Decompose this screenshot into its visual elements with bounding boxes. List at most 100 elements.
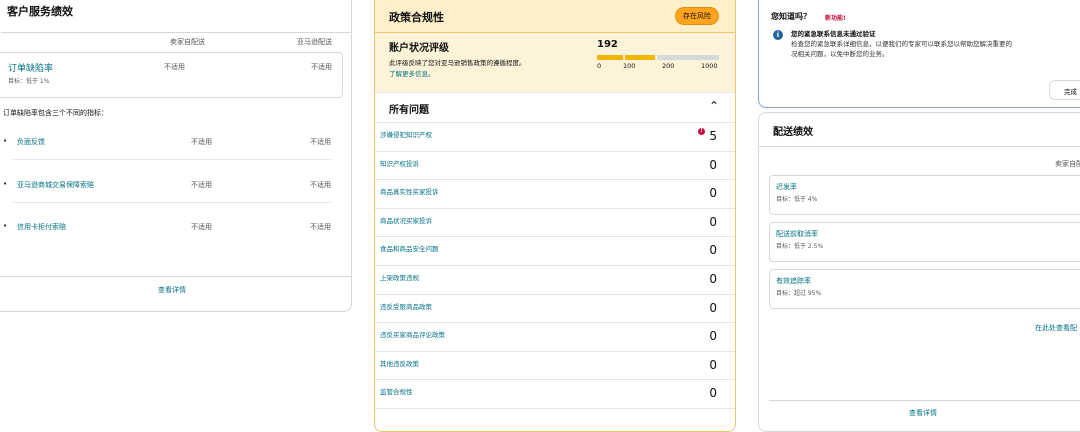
issue-count: 0	[709, 300, 717, 315]
column-header-amazon: 亚马逊配送	[297, 38, 332, 46]
issue-link[interactable]: 监管合规性	[380, 386, 413, 396]
score-bar-amber-segment	[625, 55, 655, 60]
chevron-up-icon[interactable]: ⌃	[709, 99, 719, 113]
metric-amazon-value: 不适用	[310, 223, 331, 231]
issue-link[interactable]: 涉嫌侵犯知识产权	[380, 129, 432, 139]
valid-tracking-link[interactable]: 有效追踪率	[776, 276, 811, 286]
card-header: 客户服务绩效	[1, 1, 351, 33]
issue-count: 0	[709, 243, 717, 258]
policy-compliance-card: 政策合规性 存在风险 账户状况评级 此评级反映了您对亚马逊销售政策的遵循程度。 …	[374, 0, 736, 432]
notice-heading: 您的紧急联系信息未通过验证	[791, 30, 876, 38]
issue-count: 0	[709, 386, 717, 401]
bullet: •	[3, 222, 8, 230]
card-title: 政策合规性	[389, 11, 444, 24]
issues-title: 所有问题	[389, 105, 429, 116]
health-description: 此评级反映了您对亚马逊销售政策的遵循程度。	[389, 59, 526, 67]
column-header-seller: 卖家自配送	[170, 38, 205, 46]
scale-tick: 1000	[701, 62, 718, 70]
learn-more-link[interactable]: 了解更多信息。	[389, 68, 435, 78]
issue-count: 0	[709, 272, 717, 286]
at-risk-badge: 存在风险	[675, 7, 719, 25]
score-bar-green-segment	[657, 55, 719, 60]
metric-target: 目标：超过 95%	[776, 290, 822, 297]
metric-seller-value: 不适用	[191, 181, 212, 189]
issue-link[interactable]: 食品和商品安全问题	[380, 243, 439, 253]
metric-amazon-value: 不适用	[310, 138, 331, 146]
score-bar-red-segment	[597, 55, 623, 60]
late-shipment-link[interactable]: 迟发率	[776, 182, 797, 192]
view-details-link[interactable]: 查看详情	[158, 286, 186, 294]
card-title: 您知道吗？	[771, 12, 811, 21]
health-score: 192	[597, 39, 618, 50]
delivery-metric: 配送前取消率 目标：低于 2.5% 不	[769, 222, 1080, 262]
issue-row: 监管合规性 0	[375, 380, 735, 409]
bullet: •	[3, 180, 8, 188]
issue-link[interactable]: 商品状况买家投诉	[380, 215, 432, 225]
metric-link-a-to-z-claims[interactable]: 亚马逊商城交易保障索赔	[17, 180, 94, 190]
divider	[13, 159, 331, 160]
issue-link[interactable]: 知识产权投诉	[380, 158, 419, 168]
metric-target: 目标：低于 4%	[776, 196, 818, 203]
issue-count: 0	[709, 157, 717, 172]
issue-count: 0	[709, 186, 717, 201]
view-more-link[interactable]: 在此处查看配	[1035, 323, 1077, 333]
issue-row: 商品状况买家投诉 0	[375, 209, 735, 238]
issue-link[interactable]: 商品真实性买家投诉	[380, 186, 439, 196]
customer-service-card: 客户服务绩效 卖家自配送 亚马逊配送 订单缺陷率 目标：低于 1% 不适用 不适…	[0, 0, 352, 312]
card-header: 政策合规性 存在风险	[375, 0, 735, 33]
odr-target: 目标：低于 1%	[8, 78, 50, 85]
info-icon: i	[773, 30, 783, 40]
card-footer: 查看详情	[0, 276, 351, 304]
delivery-metric: 有效追踪率 目标：超过 95% 不	[769, 269, 1080, 309]
delivery-performance-card: 配送绩效 卖家自配 迟发率 目标：低于 4% 不 配送前取消率 目标：低于 2.…	[758, 112, 1080, 432]
card-header: 配送绩效	[759, 113, 1080, 147]
metric-row: • 亚马逊商城交易保障索赔 不适用 不适用	[3, 180, 343, 224]
issue-count: 0	[709, 329, 717, 344]
bullet: •	[3, 137, 8, 145]
column-header-seller: 卖家自配	[1055, 160, 1080, 168]
issues-header[interactable]: 所有问题 ⌃	[375, 93, 735, 123]
odr-seller-value: 不适用	[164, 63, 185, 71]
card-title: 配送绩效	[773, 127, 813, 138]
metric-link-negative-feedback[interactable]: 负面反馈	[17, 137, 45, 147]
delivery-metric: 迟发率 目标：低于 4% 不	[769, 175, 1080, 215]
new-feature-label: 新功能!	[825, 15, 846, 22]
scale-tick: 0	[597, 62, 602, 70]
metric-amazon-value: 不适用	[310, 181, 331, 189]
pre-fulfillment-cancel-link[interactable]: 配送前取消率	[776, 229, 818, 239]
metric-row: • 负面反馈 不适用 不适用	[3, 137, 343, 181]
card-title: 客户服务绩效	[7, 5, 73, 18]
did-you-know-card: 您知道吗？ 新功能! i 您的紧急联系信息未通过验证 检查您的紧急联系详细信息，…	[758, 0, 1080, 108]
metric-seller-value: 不适用	[191, 138, 212, 146]
odr-summary: 订单缺陷率 目标：低于 1% 不适用 不适用	[0, 52, 343, 98]
issue-row: 商品真实性买家投诉 0	[375, 180, 735, 209]
issue-link[interactable]: 其他违反政策	[380, 358, 419, 368]
metric-row: • 信用卡拒付索赔 不适用 不适用	[3, 222, 343, 266]
metric-link-chargeback-claims[interactable]: 信用卡拒付索赔	[17, 222, 66, 232]
scale-tick: 200	[662, 62, 675, 70]
odr-amazon-value: 不适用	[311, 63, 332, 71]
done-button[interactable]: 完成	[1049, 80, 1080, 100]
issue-row: 食品和商品安全问题 0	[375, 237, 735, 266]
issue-count: 0	[709, 357, 717, 372]
issue-row: 涉嫌侵犯知识产权 ! 5	[375, 123, 735, 152]
issue-row: 上架政策违规 0	[375, 266, 735, 295]
issue-link[interactable]: 违反买家商品评论政策	[380, 329, 445, 339]
issue-row: 违反受限商品政策 0	[375, 295, 735, 324]
alert-icon: !	[698, 128, 705, 135]
metric-target: 目标：低于 2.5%	[776, 243, 824, 250]
issue-link[interactable]: 上架政策违规	[380, 272, 419, 282]
issue-row: 知识产权投诉 0	[375, 152, 735, 181]
issue-link[interactable]: 违反受限商品政策	[380, 301, 432, 311]
issue-count: 0	[709, 214, 717, 229]
issue-count: 5	[709, 129, 717, 143]
issue-row: 其他违反政策 0	[375, 352, 735, 381]
notice-body: 检查您的紧急联系详细信息，以便我们的专家可以联系您以帮助您解决重要的	[791, 40, 1012, 48]
odr-link[interactable]: 订单缺陷率	[8, 61, 53, 74]
view-details-link[interactable]: 查看详情	[909, 409, 937, 417]
odr-note: 订单缺陷率包含三个不同的指标：	[3, 109, 108, 117]
scale-tick: 100	[623, 62, 636, 70]
notice-body: 况相关问题，以免中断您的业务。	[791, 50, 889, 58]
account-health-rating: 账户状况评级 此评级反映了您对亚马逊销售政策的遵循程度。 了解更多信息。 192…	[375, 33, 735, 93]
metric-seller-value: 不适用	[191, 223, 212, 231]
